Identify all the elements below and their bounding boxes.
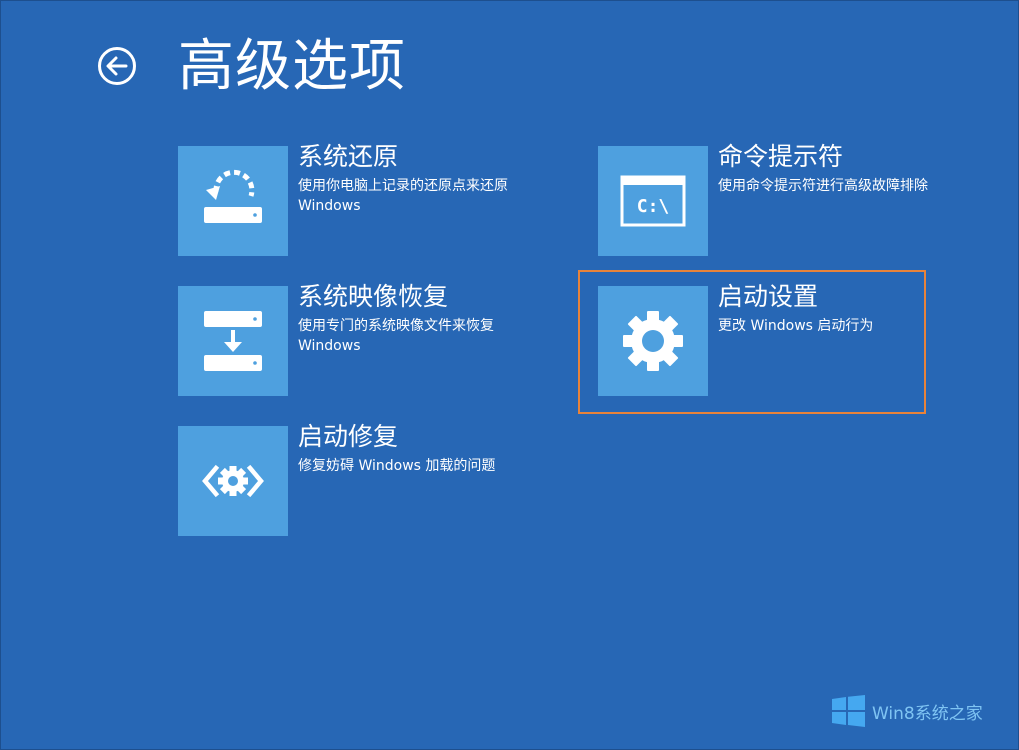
option-title: 启动修复 xyxy=(298,422,399,451)
option-tile xyxy=(598,286,708,396)
watermark: Win8系统之家 xyxy=(832,695,983,727)
option-desc-line: Windows xyxy=(298,198,361,214)
option-startup-repair[interactable]: 启动修复 修复妨碍 Windows 加载的问题 xyxy=(178,422,518,536)
back-arrow-icon xyxy=(98,47,136,85)
image-recovery-icon xyxy=(204,311,262,371)
option-tile xyxy=(178,146,288,256)
option-title: 启动设置 xyxy=(718,282,819,311)
option-description: 使用专门的系统映像文件来恢复 Windows xyxy=(298,316,538,356)
startup-repair-icon xyxy=(202,464,264,498)
option-title: 命令提示符 xyxy=(718,142,844,171)
option-title: 系统映像恢复 xyxy=(298,282,449,311)
option-title: 系统还原 xyxy=(298,142,399,171)
option-description: 更改 Windows 启动行为 xyxy=(718,316,958,336)
option-desc-line: 使用专门的系统映像文件来恢复 xyxy=(298,318,494,334)
option-system-restore[interactable]: 系统还原 使用你电脑上记录的还原点来还原 Windows xyxy=(178,142,518,256)
option-desc-line: 修复妨碍 Windows 加载的问题 xyxy=(298,458,496,474)
option-desc-line: Windows xyxy=(298,338,361,354)
option-description: 使用你电脑上记录的还原点来还原 Windows xyxy=(298,176,538,216)
cmd-icon-text: C:\ xyxy=(637,196,670,217)
option-tile xyxy=(178,286,288,396)
option-command-prompt[interactable]: C:\ 命令提示符 使用命令提示符进行高级故障排除 xyxy=(598,142,938,256)
command-prompt-icon: C:\ xyxy=(620,175,686,227)
back-button[interactable] xyxy=(97,46,137,86)
option-startup-settings[interactable]: 启动设置 更改 Windows 启动行为 xyxy=(598,282,938,396)
option-tile xyxy=(178,426,288,536)
option-description: 使用命令提示符进行高级故障排除 xyxy=(718,176,958,196)
option-tile: C:\ xyxy=(598,146,708,256)
watermark-text: Win8系统之家 xyxy=(872,703,983,724)
option-desc-line: 使用命令提示符进行高级故障排除 xyxy=(718,178,928,194)
restore-drive-icon xyxy=(204,169,262,223)
option-description: 修复妨碍 Windows 加载的问题 xyxy=(298,456,538,476)
option-desc-line: 使用你电脑上记录的还原点来还原 xyxy=(298,178,508,194)
option-desc-line: 更改 Windows 启动行为 xyxy=(718,318,874,334)
page-title: 高级选项 xyxy=(178,34,406,99)
option-system-image-recovery[interactable]: 系统映像恢复 使用专门的系统映像文件来恢复 Windows xyxy=(178,282,518,396)
windows-logo-icon xyxy=(832,695,865,727)
gear-icon xyxy=(623,311,683,371)
